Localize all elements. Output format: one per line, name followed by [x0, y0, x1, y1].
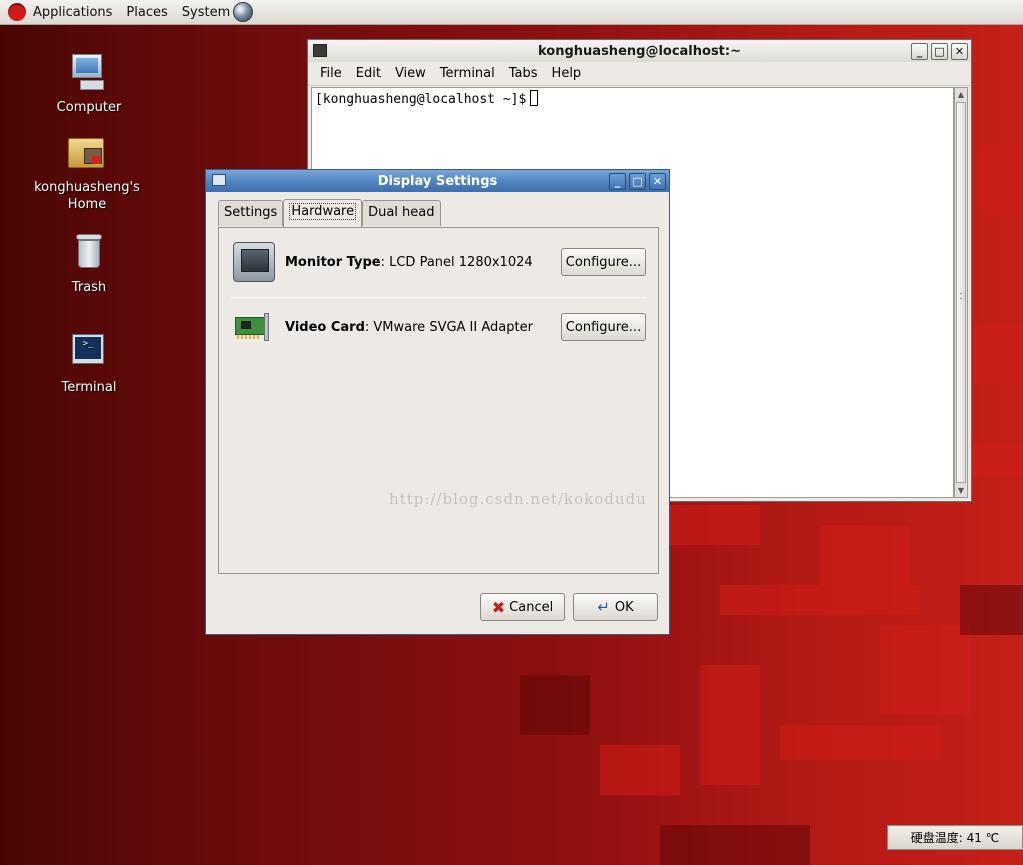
scroll-down-arrow-icon[interactable]: ▼ — [955, 484, 967, 497]
monitor-type-value: : LCD Panel 1280x1024 — [380, 254, 533, 270]
desktop-icon-label: Trash — [71, 280, 107, 295]
tab-dual-head[interactable]: Dual head — [362, 200, 441, 226]
configure-video-card-button[interactable]: Configure... — [561, 313, 646, 341]
close-button[interactable]: ✕ — [649, 173, 666, 190]
home-folder-icon — [66, 132, 108, 174]
minimize-button[interactable]: _ — [911, 43, 928, 60]
desktop-icon-label: konghuasheng's Home — [34, 180, 140, 212]
desktop-icon-home[interactable]: konghuasheng's Home — [22, 132, 152, 213]
tab-hardware[interactable]: Hardware — [283, 199, 363, 227]
terminal-titlebar[interactable]: konghuasheng@localhost:~ _ □ ✕ — [308, 40, 971, 62]
computer-icon — [68, 52, 110, 94]
video-card-row: Video Card: VMware SVGA II Adapter Confi… — [233, 305, 646, 349]
web-browser-launcher-icon[interactable] — [233, 2, 254, 22]
cancel-label: Cancel — [509, 599, 554, 615]
system-label: System — [181, 4, 231, 20]
desktop-icon-terminal[interactable]: >_ Terminal — [24, 332, 154, 396]
close-button[interactable]: ✕ — [951, 43, 968, 60]
scroll-up-arrow-icon[interactable]: ▲ — [955, 88, 967, 101]
maximize-button[interactable]: □ — [931, 43, 948, 60]
scrollbar-thumb[interactable] — [956, 102, 966, 483]
ok-arrow-icon: ↵ — [597, 598, 610, 616]
monitor-icon — [233, 242, 275, 282]
menu-terminal[interactable]: Terminal — [433, 66, 502, 81]
disk-temperature-text: 硬盘温度: 41 ℃ — [910, 831, 1000, 845]
display-settings-dialog[interactable]: Display Settings _ □ ✕ Settings Hardware… — [205, 169, 670, 635]
menu-edit[interactable]: Edit — [349, 66, 388, 81]
ok-button[interactable]: ↵ OK — [573, 593, 658, 621]
dialog-title: Display Settings — [377, 173, 498, 189]
terminal-menubar: File Edit View Terminal Tabs Help — [308, 62, 971, 86]
hardware-tab-panel: Monitor Type: LCD Panel 1280x1024 Config… — [218, 227, 659, 574]
desktop-icon-computer[interactable]: Computer — [24, 52, 154, 116]
applications-label: Applications — [33, 4, 113, 20]
menu-tabs[interactable]: Tabs — [502, 66, 545, 81]
menu-help[interactable]: Help — [545, 66, 589, 81]
menu-file[interactable]: File — [313, 66, 349, 81]
maximize-button[interactable]: □ — [629, 173, 646, 190]
desktop-icon-trash[interactable]: Trash — [24, 232, 154, 296]
video-card-text: Video Card: VMware SVGA II Adapter — [285, 320, 533, 335]
cancel-button[interactable]: ✖ Cancel — [480, 593, 565, 621]
tab-bar: Settings Hardware Dual head — [218, 199, 441, 227]
minimize-button[interactable]: _ — [609, 173, 626, 190]
text-cursor — [530, 90, 539, 106]
monitor-row: Monitor Type: LCD Panel 1280x1024 Config… — [233, 240, 646, 284]
video-card-value: : VMware SVGA II Adapter — [364, 319, 533, 335]
desktop-icon-label: Computer — [56, 100, 122, 115]
redhat-logo-icon — [8, 3, 26, 21]
monitor-type-label: Monitor Type — [285, 254, 381, 270]
tab-settings[interactable]: Settings — [218, 200, 284, 226]
configure-monitor-button[interactable]: Configure... — [561, 248, 646, 276]
ok-label: OK — [614, 599, 634, 615]
monitor-type-text: Monitor Type: LCD Panel 1280x1024 — [285, 255, 533, 270]
system-menu[interactable]: System — [175, 0, 260, 25]
separator — [231, 297, 646, 298]
applications-menu[interactable]: Applications — [0, 0, 119, 25]
top-panel: Applications Places System — [0, 0, 1023, 25]
video-card-label: Video Card — [285, 319, 365, 335]
disk-temperature-widget[interactable]: 硬盘温度: 41 ℃ — [887, 825, 1023, 850]
terminal-title: konghuasheng@localhost:~ — [538, 43, 741, 59]
watermark-text: http://blog.csdn.net/kokodudu — [389, 490, 647, 508]
menu-view[interactable]: View — [388, 66, 433, 81]
cancel-x-icon: ✖ — [491, 597, 506, 617]
video-card-icon — [233, 313, 273, 341]
terminal-scrollbar[interactable]: ▲ ▼ — [954, 87, 968, 498]
places-label: Places — [126, 4, 168, 20]
desktop-icon-label: Terminal — [61, 380, 117, 395]
terminal-icon: >_ — [68, 332, 110, 374]
dialog-titlebar[interactable]: Display Settings _ □ ✕ — [206, 170, 669, 192]
places-menu[interactable]: Places — [119, 0, 174, 25]
shell-prompt: [konghuasheng@localhost ~]$ — [315, 92, 527, 107]
trash-icon — [68, 232, 110, 274]
